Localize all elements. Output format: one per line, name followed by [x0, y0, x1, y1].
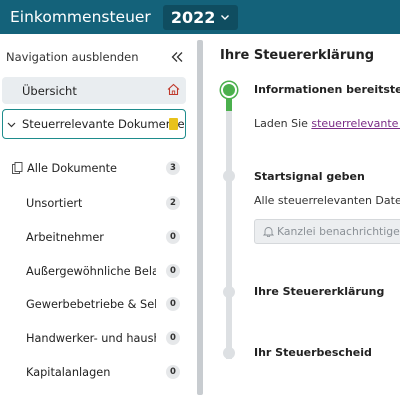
doc-category[interactable]: Gewerbebetriebe & Selbst… 0 — [0, 293, 196, 315]
count-badge: 0 — [166, 230, 180, 244]
nav-toggle-row[interactable]: Navigation ausblenden — [0, 46, 196, 68]
step-text-prefix: Laden Sie — [254, 117, 312, 130]
doc-category-all[interactable]: Alle Dokumente 3 — [0, 157, 196, 179]
sidebar-item-overview[interactable]: Übersicht — [2, 77, 186, 104]
double-chevron-left-icon[interactable] — [170, 51, 184, 63]
sidebar-item-label: Übersicht — [22, 83, 77, 98]
count-badge: 3 — [166, 161, 180, 175]
timeline-dot — [223, 286, 235, 298]
home-icon — [167, 83, 180, 96]
doc-category[interactable]: Außergewöhnliche Belast… 0 — [0, 260, 196, 282]
doc-category-label: Unsortiert — [26, 196, 83, 210]
step-title: Informationen bereitstellen — [254, 83, 400, 96]
documents-link[interactable]: steuerrelevante Dokumente — [311, 117, 400, 130]
count-badge: 0 — [166, 331, 180, 345]
step-title: Ihr Steuerbescheid — [254, 346, 372, 359]
notify-office-button[interactable]: Kanzlei benachrichtigen — [254, 219, 400, 244]
doc-category-label: Außergewöhnliche Belast… — [26, 264, 156, 278]
app-title: Einkommensteuer — [10, 8, 151, 26]
doc-category[interactable]: Kapitalanlagen 0 — [0, 361, 196, 383]
doc-category-label: Kapitalanlagen — [26, 365, 111, 379]
count-badge: 0 — [166, 297, 180, 311]
doc-category[interactable]: Arbeitnehmer 0 — [0, 226, 196, 248]
page-title: Ihre Steuererklärung — [220, 48, 375, 63]
bell-icon — [263, 227, 274, 237]
doc-category-label: Alle Dokumente — [27, 161, 118, 175]
count-badge: 0 — [166, 365, 180, 379]
sidebar-item-documents[interactable]: Steuerrelevante Dokumente — [2, 109, 186, 139]
chevron-down-icon — [7, 122, 16, 127]
step-title: Ihre Steuererklärung — [254, 285, 385, 298]
sidebar: Navigation ausblenden Übersicht Steuerre… — [0, 34, 196, 395]
chevron-down-icon — [221, 15, 230, 20]
sidebar-scrollbar[interactable] — [197, 40, 203, 395]
year-value: 2022 — [170, 7, 216, 27]
main-content: Ihre Steuererklärung Informationen berei… — [206, 34, 400, 395]
timeline-track — [226, 94, 232, 359]
count-badge: 2 — [166, 196, 180, 210]
timeline-dot-active — [221, 82, 237, 98]
step-text: Alle steuerrelevanten Daten erfasst? — [254, 194, 400, 207]
doc-category-label: Handwerker- und haushal… — [26, 331, 156, 345]
step-text: Laden Sie steuerrelevante Dokumente — [254, 117, 400, 130]
documents-icon — [12, 162, 23, 174]
step-title: Startsignal geben — [254, 170, 365, 183]
timeline-dot — [223, 347, 235, 359]
count-badge: 0 — [166, 264, 180, 278]
doc-category[interactable]: Handwerker- und haushal… 0 — [0, 327, 196, 349]
timeline-dot — [223, 170, 235, 182]
doc-category[interactable]: Unsortiert 2 — [0, 192, 196, 214]
doc-category-label: Gewerbebetriebe & Selbst… — [26, 297, 156, 311]
doc-category-label: Arbeitnehmer — [26, 230, 104, 244]
nav-toggle-label: Navigation ausblenden — [6, 50, 139, 64]
year-select[interactable]: 2022 — [162, 4, 239, 30]
sidebar-item-label: Steuerrelevante Dokumente — [22, 117, 185, 131]
folder-icon — [169, 118, 178, 130]
notify-button-label: Kanzlei benachrichtigen — [277, 225, 400, 238]
top-bar: Einkommensteuer 2022 — [0, 0, 400, 34]
